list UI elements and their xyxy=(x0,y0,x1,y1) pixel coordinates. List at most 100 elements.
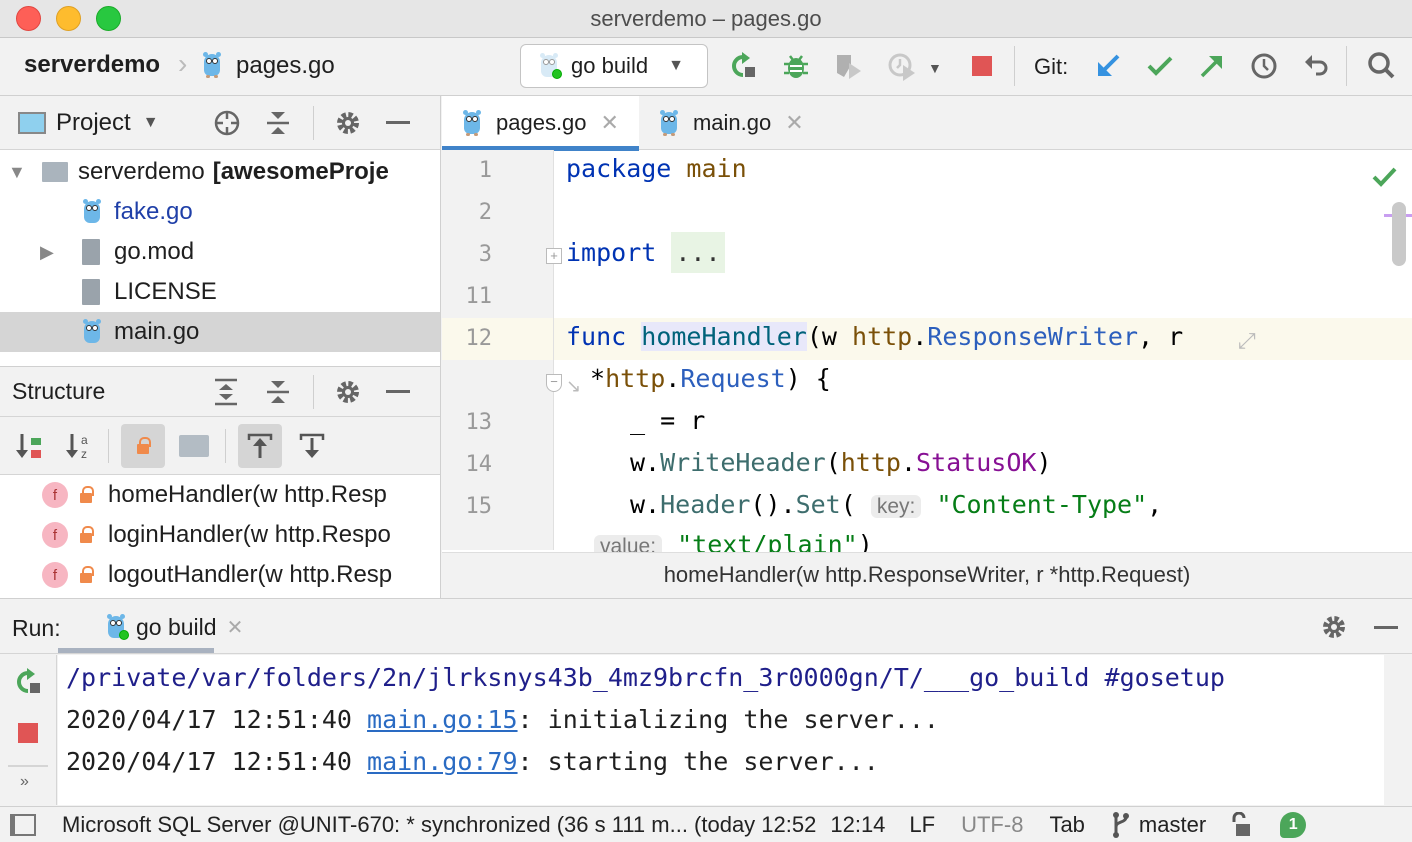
indent-setting[interactable]: Tab xyxy=(1049,812,1084,838)
editor-scrollbar[interactable] xyxy=(1392,202,1406,266)
scroll-to-source-icon[interactable] xyxy=(298,432,326,460)
rerun-icon[interactable] xyxy=(14,667,44,697)
profile-button[interactable] xyxy=(884,48,920,84)
run-tab-go-build[interactable]: go build ✕ xyxy=(106,611,243,643)
line-number: 2 xyxy=(478,200,492,225)
hide-pane-icon[interactable] xyxy=(1374,626,1398,629)
hide-pane-icon[interactable] xyxy=(386,390,411,393)
file-encoding[interactable]: UTF-8 xyxy=(961,812,1023,838)
structure-item[interactable]: f loginHandler(w http.Respo xyxy=(0,515,440,555)
rerun-button[interactable] xyxy=(726,48,762,84)
sort-by-visibility-icon[interactable] xyxy=(14,430,46,462)
console-scrollbar-track[interactable] xyxy=(1384,655,1412,805)
more-actions-icon[interactable]: » xyxy=(20,773,29,791)
git-branch[interactable]: master xyxy=(1139,812,1206,838)
text-file-icon xyxy=(82,279,100,305)
close-tab-icon[interactable]: ✕ xyxy=(227,615,244,640)
code-line-13[interactable]: _ = r xyxy=(630,406,705,435)
editor-breadcrumb[interactable]: homeHandler(w http.ResponseWriter, r *ht… xyxy=(442,552,1412,598)
code-line-14[interactable]: w.WriteHeader(http.StatusOK) xyxy=(630,448,1052,477)
tree-item-fake-go[interactable]: fake.go xyxy=(0,192,440,232)
project-view-selector[interactable]: Project xyxy=(56,109,131,137)
git-rollback-button[interactable] xyxy=(1298,48,1334,84)
tree-item-license[interactable]: LICENSE xyxy=(0,272,440,312)
debug-button[interactable] xyxy=(778,48,814,84)
console-link[interactable]: main.go:79 xyxy=(367,747,518,776)
locate-file-icon[interactable] xyxy=(213,109,241,137)
git-branch-icon xyxy=(1112,811,1129,838)
svg-text:a: a xyxy=(81,433,88,447)
code-line-3[interactable]: import ... xyxy=(566,232,725,273)
search-everywhere-button[interactable] xyxy=(1364,48,1400,84)
code-line-12[interactable]: func homeHandler(w http.ResponseWriter, … xyxy=(566,322,1183,351)
tool-windows-toggle-icon[interactable] xyxy=(10,813,36,836)
collapse-all-icon[interactable] xyxy=(265,109,291,137)
chevron-down-icon: ▼ xyxy=(668,57,684,74)
notifications-badge[interactable]: 1 xyxy=(1280,811,1307,838)
tree-item-label: LICENSE xyxy=(114,278,217,305)
close-tab-icon[interactable]: ✕ xyxy=(601,110,619,136)
collapse-fold-icon[interactable]: − xyxy=(546,374,562,392)
console-output[interactable]: /private/var/folders/2n/jlrksnys43b_4mz9… xyxy=(58,655,1384,805)
collapse-all-icon[interactable] xyxy=(265,378,291,406)
folded-imports[interactable]: ... xyxy=(671,232,725,273)
breadcrumb-file[interactable]: pages.go xyxy=(236,52,335,80)
tree-item-serverdemo[interactable]: ▼ serverdemo [awesomeProje xyxy=(0,152,440,192)
show-non-public-toggle[interactable] xyxy=(121,423,165,468)
function-badge-icon: f xyxy=(42,482,68,508)
git-commit-button[interactable] xyxy=(1142,48,1178,84)
expand-fold-icon[interactable]: + xyxy=(546,248,562,264)
chevron-down-icon[interactable]: ▼ xyxy=(143,114,159,132)
sort-alphabetically-icon[interactable]: az xyxy=(64,430,96,462)
run-with-coverage-button[interactable] xyxy=(830,48,866,84)
soft-wrap-indicator-icon: ⤢ xyxy=(1238,328,1256,353)
console-line: 2020/04/17 12:51:40 main.go:15: initiali… xyxy=(66,705,939,734)
code-line-15-wrapped[interactable]: value: "text/plain") xyxy=(594,530,873,552)
git-push-button[interactable] xyxy=(1194,48,1230,84)
soft-wrap-arrow-icon: ↘ xyxy=(566,376,582,396)
expand-all-icon[interactable] xyxy=(213,378,239,406)
hide-pane-icon[interactable] xyxy=(385,121,410,124)
code-line-1[interactable]: package main xyxy=(566,154,747,183)
structure-item-label: loginHandler(w http.Respo xyxy=(108,521,391,548)
line-separator[interactable]: LF xyxy=(909,812,935,838)
caret-position[interactable]: 12:14 xyxy=(830,812,885,838)
breadcrumb-project[interactable]: serverdemo xyxy=(24,51,160,79)
tree-item-main-go[interactable]: main.go xyxy=(0,312,440,352)
show-fields-folder-icon[interactable] xyxy=(179,434,209,457)
toolbar-divider xyxy=(225,428,226,463)
read-only-toggle-icon[interactable] xyxy=(1230,811,1252,838)
collapsed-arrow-icon[interactable]: ▶ xyxy=(40,242,82,263)
code-line-12-wrapped[interactable]: *http.Request) { xyxy=(590,364,831,393)
stop-icon[interactable] xyxy=(18,723,38,743)
tree-item-go-mod[interactable]: ▶ go.mod xyxy=(0,232,440,272)
stop-button[interactable] xyxy=(964,48,1000,84)
structure-item[interactable]: f logoutHandler(w http.Resp xyxy=(0,555,440,595)
run-configuration-selector[interactable]: go build ▼ xyxy=(520,44,708,88)
code-line-15[interactable]: w.Header().Set( key: "Content-Type", xyxy=(630,490,1162,519)
gear-icon[interactable] xyxy=(334,109,362,137)
close-tab-icon[interactable]: ✕ xyxy=(785,110,803,136)
tab-label: main.go xyxy=(692,110,772,135)
tree-item-module-suffix: [awesomeProje xyxy=(212,158,389,185)
status-message[interactable]: Microsoft SQL Server @UNIT-670: * synchr… xyxy=(62,812,816,838)
profile-dropdown-icon[interactable]: ▼ xyxy=(928,60,942,76)
no-problems-check-icon[interactable] xyxy=(1372,166,1398,188)
profile-icon xyxy=(888,53,915,81)
git-update-button[interactable] xyxy=(1090,48,1126,84)
gear-icon[interactable] xyxy=(334,378,362,406)
tab-pages-go[interactable]: pages.go ✕ xyxy=(442,96,639,151)
tab-main-go[interactable]: main.go ✕ xyxy=(639,96,824,150)
console-link[interactable]: main.go:15 xyxy=(367,705,518,734)
search-icon xyxy=(1368,52,1395,79)
title-bar: serverdemo – pages.go xyxy=(0,0,1412,38)
expanded-arrow-icon[interactable]: ▼ xyxy=(8,162,38,183)
gear-icon[interactable] xyxy=(1320,613,1348,641)
header-divider xyxy=(313,374,315,409)
structure-item[interactable]: f homeHandler(w http.Resp xyxy=(0,475,440,515)
go-file-icon xyxy=(82,319,102,345)
autoscroll-to-source-toggle[interactable] xyxy=(238,423,282,468)
git-history-button[interactable] xyxy=(1246,48,1282,84)
go-build-config-icon xyxy=(539,53,562,79)
run-side-toolbar: » xyxy=(0,655,57,805)
